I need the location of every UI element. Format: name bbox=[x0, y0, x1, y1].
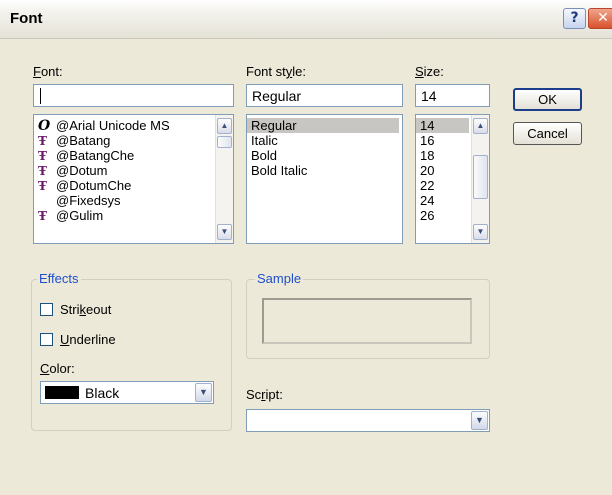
font-style-list-item[interactable]: Italic bbox=[247, 133, 399, 148]
font-list-item-label: @Batang bbox=[56, 133, 111, 148]
font-style-label: Font style: bbox=[246, 64, 306, 79]
strikeout-checkbox[interactable] bbox=[40, 303, 53, 316]
font-style-list-item[interactable]: Bold Italic bbox=[247, 163, 399, 178]
font-style-input[interactable]: Regular bbox=[246, 84, 403, 107]
sample-group-title: Sample bbox=[255, 271, 304, 286]
color-swatch bbox=[45, 386, 79, 399]
cancel-button[interactable]: Cancel bbox=[513, 122, 582, 145]
script-label: Script: bbox=[246, 387, 283, 402]
strikeout-label[interactable]: Strikeout bbox=[60, 302, 111, 317]
ok-button[interactable]: OK bbox=[513, 88, 582, 111]
truetype-icon: Ŧ bbox=[38, 164, 47, 178]
truetype-icon: Ŧ bbox=[38, 149, 47, 163]
font-list-item[interactable]: O @Arial Unicode MS bbox=[34, 118, 216, 134]
sample-preview bbox=[262, 298, 472, 344]
size-list-item[interactable]: 14 bbox=[416, 118, 469, 133]
help-button[interactable]: ? bbox=[563, 8, 586, 29]
title-bar[interactable]: Font ? ✕ bbox=[0, 0, 612, 39]
color-select[interactable]: Black ▼ bbox=[40, 381, 214, 404]
font-list[interactable]: O @Arial Unicode MS Ŧ @Batang Ŧ @BatangChe Ŧ @D… bbox=[33, 114, 234, 244]
close-button[interactable]: ✕ bbox=[588, 8, 612, 29]
size-label: Size: bbox=[415, 64, 444, 79]
opentype-icon: O bbox=[38, 118, 51, 134]
size-list-item[interactable]: 20 bbox=[416, 163, 469, 178]
chevron-down-icon[interactable]: ▼ bbox=[471, 411, 488, 430]
chevron-down-icon[interactable]: ▼ bbox=[195, 383, 212, 402]
scroll-up-icon[interactable]: ▲ bbox=[473, 118, 488, 134]
size-list-item[interactable]: 18 bbox=[416, 148, 469, 163]
font-list-item-label: @Arial Unicode MS bbox=[56, 118, 170, 133]
underline-label[interactable]: Underline bbox=[60, 332, 116, 347]
scroll-down-icon[interactable]: ▼ bbox=[217, 224, 232, 240]
font-list-item-label: @DotumChe bbox=[56, 178, 132, 193]
font-style-list[interactable]: Regular Italic Bold Bold Italic bbox=[246, 114, 403, 244]
font-list-item-label: @Fixedsys bbox=[56, 193, 121, 208]
font-list-item[interactable]: Ŧ @Dotum bbox=[34, 163, 216, 178]
font-list-scrollbar[interactable]: ▲ ▼ bbox=[215, 115, 233, 243]
font-list-item-label: @BatangChe bbox=[56, 148, 135, 163]
size-list-item[interactable]: 22 bbox=[416, 178, 469, 193]
underline-checkbox[interactable] bbox=[40, 333, 53, 346]
scroll-up-icon[interactable]: ▲ bbox=[217, 118, 232, 134]
size-list-scrollbar[interactable]: ▲ ▼ bbox=[471, 115, 489, 243]
font-list-item-label: @Dotum bbox=[56, 163, 108, 178]
font-input[interactable] bbox=[33, 84, 234, 107]
scroll-thumb[interactable] bbox=[473, 155, 488, 199]
truetype-icon: Ŧ bbox=[38, 179, 47, 193]
scroll-down-icon[interactable]: ▼ bbox=[473, 224, 488, 240]
truetype-icon: Ŧ bbox=[38, 134, 47, 148]
font-list-item[interactable]: Ŧ @DotumChe bbox=[34, 178, 216, 193]
font-dialog: Font ? ✕ Font: O @Arial Unicode MS Ŧ @Batan… bbox=[0, 0, 612, 495]
size-list-item[interactable]: 16 bbox=[416, 133, 469, 148]
font-list-item-label: @Gulim bbox=[56, 208, 104, 223]
font-label: Font: bbox=[33, 64, 63, 79]
size-input[interactable]: 14 bbox=[415, 84, 490, 107]
font-list-item[interactable]: Ŧ @BatangChe bbox=[34, 148, 216, 163]
color-label: Color: bbox=[40, 361, 75, 376]
size-list-item[interactable]: 24 bbox=[416, 193, 469, 208]
truetype-icon: Ŧ bbox=[38, 209, 47, 223]
scroll-thumb[interactable] bbox=[217, 136, 232, 148]
color-value: Black bbox=[85, 385, 120, 401]
font-style-list-item[interactable]: Bold bbox=[247, 148, 399, 163]
font-style-list-item[interactable]: Regular bbox=[247, 118, 399, 133]
size-list-item[interactable]: 26 bbox=[416, 208, 469, 223]
size-list[interactable]: 14 16 18 20 22 24 26 ▲ ▼ bbox=[415, 114, 490, 244]
effects-group-title: Effects bbox=[37, 271, 81, 286]
font-list-item[interactable]: Ŧ @Gulim bbox=[34, 208, 216, 223]
window-title: Font bbox=[10, 10, 43, 27]
font-list-item[interactable]: @Fixedsys bbox=[34, 193, 216, 208]
font-list-item[interactable]: Ŧ @Batang bbox=[34, 133, 216, 148]
script-select[interactable]: ▼ bbox=[246, 409, 490, 432]
